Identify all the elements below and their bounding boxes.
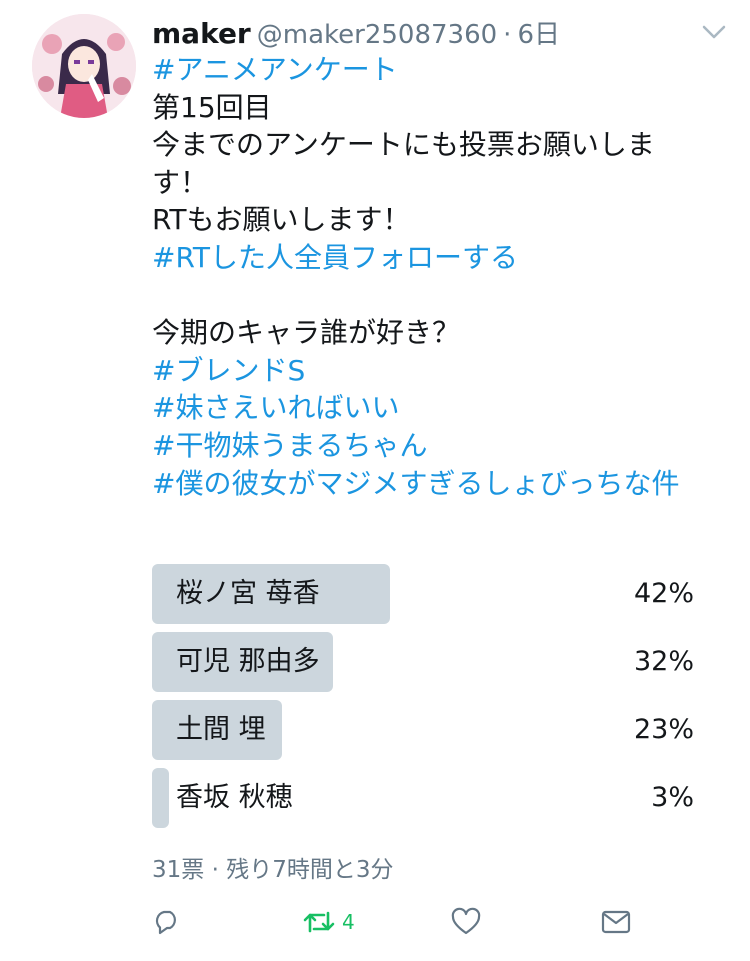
retweet-icon xyxy=(303,911,335,933)
poll-option-label: 桜ノ宮 苺香 xyxy=(176,578,320,609)
author-avatar[interactable] xyxy=(32,14,136,118)
poll-option-percent: 32% xyxy=(633,646,694,677)
poll-bar xyxy=(152,768,169,828)
avatar-illustration xyxy=(32,14,136,118)
poll-option-percent: 23% xyxy=(633,714,694,745)
tweet-actions: 4 xyxy=(152,900,712,944)
hashtag-link[interactable]: #干物妹うまるちゃん xyxy=(152,427,712,465)
direct-message-button[interactable] xyxy=(600,900,632,944)
tweet-text: #アニメアンケート 第15回目今までのアンケートにも投票お願いしま す！ RTもお願い… xyxy=(152,51,712,502)
poll-option-label: 土間 埋 xyxy=(176,714,266,745)
retweet-button[interactable]: 4 xyxy=(302,900,355,944)
tweet-text-line: 第15回目 xyxy=(152,90,272,124)
reply-icon xyxy=(155,910,176,935)
poll: 桜ノ宮 苺香 42% 可児 那由多 32% 土間 埋 23% 香坂 秋穂 3% xyxy=(152,564,696,836)
tweet-text-line: 今期のキャラ誰が好き？ xyxy=(152,316,461,350)
poll-option: 桜ノ宮 苺香 42% xyxy=(152,564,696,624)
poll-meta: 31票 · 残り7時間と3分 xyxy=(152,857,394,883)
author-name[interactable]: maker xyxy=(152,17,251,50)
tweet-text-line: す！ xyxy=(152,165,209,199)
reply-button[interactable] xyxy=(152,900,182,944)
tweet-timestamp[interactable]: 6日 xyxy=(517,14,560,51)
poll-option: 香坂 秋穂 3% xyxy=(152,768,696,828)
hashtag-link[interactable]: #RTした人全員フォローする xyxy=(152,239,712,277)
tweet-text-line: 今までのアンケートにも投票お願いしま xyxy=(152,128,655,162)
hashtag-link[interactable]: #アニメアンケート xyxy=(152,51,712,89)
poll-option-label: 可児 那由多 xyxy=(176,646,320,677)
tweet-header: maker @maker25087360 · 6日 xyxy=(152,14,730,54)
poll-option: 可児 那由多 32% xyxy=(152,632,696,692)
heart-icon xyxy=(451,907,481,935)
header-separator: · xyxy=(503,20,512,50)
hashtag-link[interactable]: #妹さえいればいい xyxy=(152,389,712,427)
poll-option-percent: 3% xyxy=(651,782,694,813)
poll-option-percent: 42% xyxy=(633,578,694,609)
poll-option: 土間 埋 23% xyxy=(152,700,696,760)
poll-option-label: 香坂 秋穂 xyxy=(176,782,293,813)
retweet-count: 4 xyxy=(342,910,355,934)
envelope-icon xyxy=(601,910,631,934)
like-button[interactable] xyxy=(450,900,482,944)
hashtag-link[interactable]: #僕の彼女がマジメすぎるしょびっちな件 xyxy=(152,465,712,503)
tweet-text-line: RTもお願いします！ xyxy=(152,203,411,237)
chevron-down-icon[interactable] xyxy=(698,20,730,44)
author-handle[interactable]: @maker25087360 xyxy=(257,20,497,50)
hashtag-link[interactable]: #ブレンドS xyxy=(152,352,712,390)
